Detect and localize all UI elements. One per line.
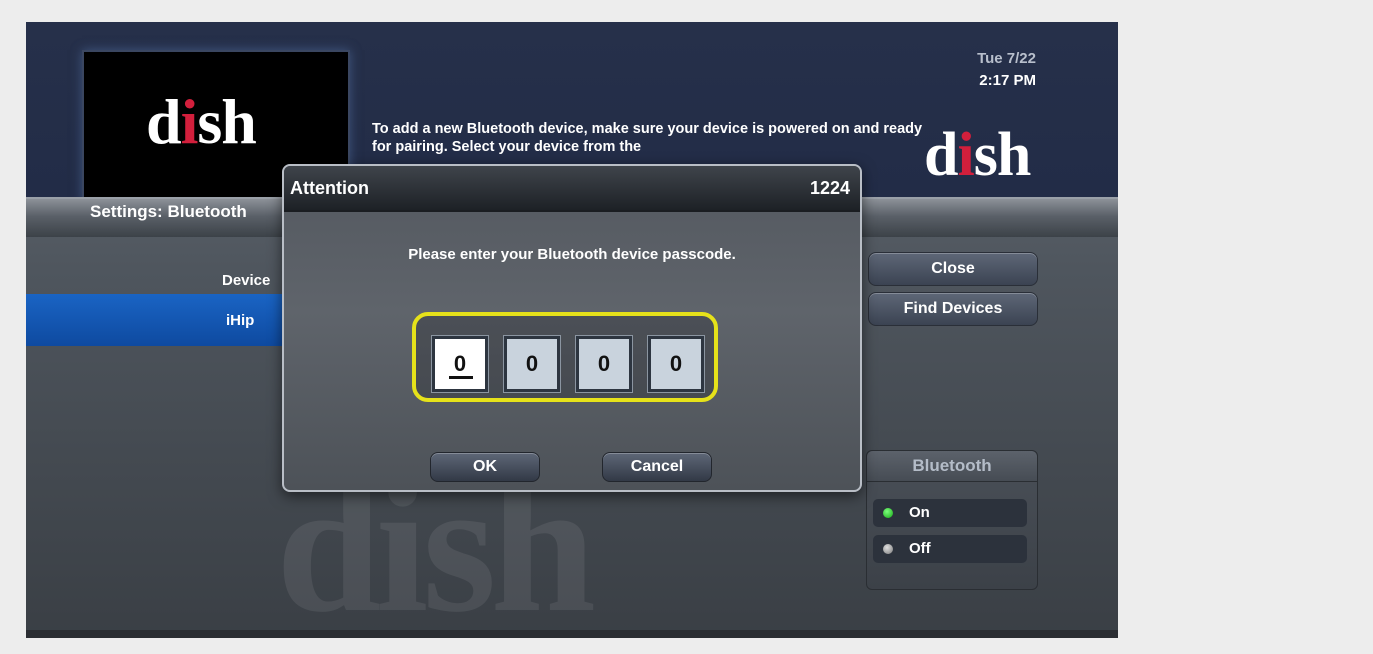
passcode-digit-4[interactable]: 0 [647, 335, 705, 393]
passcode-digit-1[interactable]: 0 [431, 335, 489, 393]
device-row-selected[interactable] [26, 294, 296, 346]
dialog-code: 1224 [809, 178, 850, 198]
bluetooth-on-label: On [909, 504, 930, 521]
time-display: 2:17 PM [979, 72, 1036, 89]
dialog-title: Attention [290, 178, 369, 198]
device-name: iHip [226, 312, 255, 329]
device-column-header: Device [222, 272, 271, 289]
close-button[interactable]: Close [868, 252, 1038, 286]
passcode-digit-2[interactable]: 0 [503, 335, 561, 393]
page-title: Settings: Bluetooth [90, 202, 247, 221]
status-off-icon [883, 544, 893, 554]
bluetooth-panel-title: Bluetooth [867, 451, 1037, 482]
passcode-dialog: Attention 1224 Please enter your Bluetoo… [282, 164, 862, 492]
date-display: Tue 7/22 [977, 50, 1036, 67]
bluetooth-on-option[interactable]: On [873, 499, 1027, 527]
bluetooth-off-label: Off [909, 540, 931, 557]
ok-button[interactable]: OK [430, 452, 540, 482]
status-on-icon [883, 508, 893, 518]
find-devices-button[interactable]: Find Devices [868, 292, 1038, 326]
dish-logo: dish [146, 86, 257, 157]
dish-brand-logo: dish [924, 121, 1031, 189]
screen-bottom-edge [26, 630, 1118, 638]
dialog-message: Please enter your Bluetooth device passc… [408, 246, 736, 263]
bluetooth-off-option[interactable]: Off [873, 535, 1027, 563]
bluetooth-panel: Bluetooth On Off [866, 450, 1038, 590]
passcode-digit-3[interactable]: 0 [575, 335, 633, 393]
passcode-input-group: 0 0 0 0 [412, 312, 718, 402]
cancel-button[interactable]: Cancel [602, 452, 712, 482]
dialog-header: Attention 1224 [284, 166, 860, 212]
instructions-text: To add a new Bluetooth device, make sure… [372, 121, 923, 155]
